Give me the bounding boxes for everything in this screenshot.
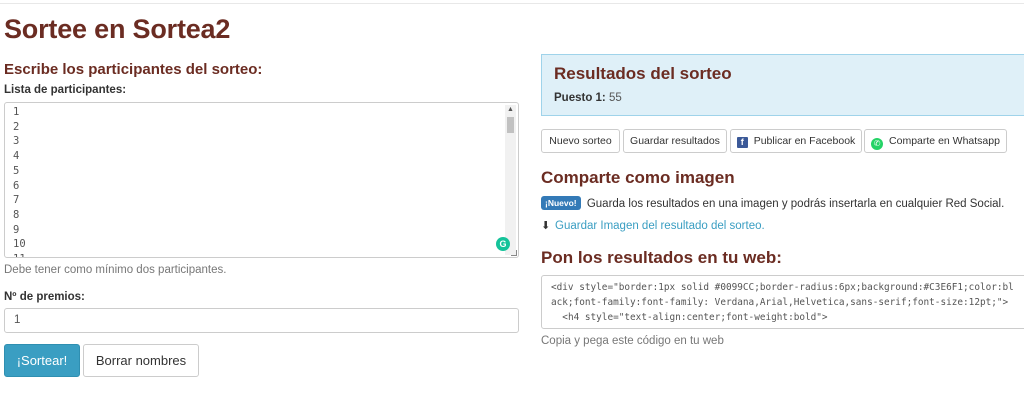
textarea-scrollbar[interactable]: ▲ xyxy=(505,105,516,255)
new-badge: ¡Nuevo! xyxy=(541,196,581,210)
clear-names-button[interactable]: Borrar nombres xyxy=(83,344,199,377)
prizes-input[interactable]: 1 xyxy=(4,308,519,333)
draw-button[interactable]: ¡Sortear! xyxy=(4,344,80,377)
participants-textarea[interactable]: 1 2 3 45 6 78 9 1011 ▲ G xyxy=(4,102,519,258)
participant-line: 1 xyxy=(13,106,20,118)
new-draw-button[interactable]: Nuevo sorteo xyxy=(541,129,620,153)
whatsapp-button[interactable]: ✆ Comparte en Whatsapp xyxy=(864,129,1007,153)
results-box: Resultados del sorteo Puesto 1: 55 xyxy=(541,54,1024,116)
download-icon: ⬇ xyxy=(541,220,551,232)
save-results-button[interactable]: Guardar resultados xyxy=(623,129,727,153)
draw-form: Escribe los participantes del sorteo: Li… xyxy=(4,60,520,377)
whatsapp-icon: ✆ xyxy=(871,138,884,150)
page-title: Sortee en Sortea2 xyxy=(4,14,231,44)
download-image-link[interactable]: Guardar Imagen del resultado del sorteo. xyxy=(555,220,765,232)
participants-label: Lista de participantes: xyxy=(4,84,127,96)
participant-line: 11 xyxy=(13,252,26,257)
download-image-row[interactable]: ⬇ Guardar Imagen del resultado del sorteo… xyxy=(541,219,765,232)
participants-help: Debe tener como mínimo dos participantes… xyxy=(4,264,227,276)
scroll-thumb[interactable] xyxy=(507,117,514,133)
embed-help: Copia y pega este código en tu web xyxy=(541,335,724,347)
share-image-description: ¡Nuevo! Guarda los resultados en una ima… xyxy=(541,196,1004,210)
result-position-1: Puesto 1: 55 xyxy=(554,92,622,104)
participant-line: 5 xyxy=(13,164,20,177)
participant-line: 7 xyxy=(13,194,20,207)
facebook-icon: f xyxy=(736,137,748,148)
top-divider xyxy=(0,3,1024,4)
participant-line: 2 xyxy=(13,120,20,133)
participant-line: 6 xyxy=(13,179,20,192)
participant-line: 8 xyxy=(13,208,20,221)
embed-code-textarea[interactable]: <div style="border:1px solid #0099CC;bor… xyxy=(541,275,1024,329)
form-heading: Escribe los participantes del sorteo: xyxy=(4,61,263,78)
participant-line: 10 xyxy=(13,238,26,251)
prizes-label: Nº de premios: xyxy=(4,291,85,303)
share-image-text: Guarda los resultados en una imagen y po… xyxy=(586,198,1005,210)
participant-line: 4 xyxy=(13,150,20,163)
embed-heading: Pon los resultados en tu web: xyxy=(541,248,782,267)
resize-handle[interactable] xyxy=(511,250,517,256)
embed-code: <div style="border:1px solid #0099CC;bor… xyxy=(551,282,1014,323)
participant-line: 3 xyxy=(13,135,20,148)
whatsapp-button-label: Comparte en Whatsapp xyxy=(889,135,1000,147)
grammarly-icon[interactable]: G xyxy=(496,237,510,251)
results-title: Resultados del sorteo xyxy=(554,64,732,83)
participants-lines: 1 2 3 45 6 78 9 1011 xyxy=(13,105,26,257)
position-label: Puesto 1: xyxy=(554,92,606,104)
facebook-button-label: Publicar en Facebook xyxy=(753,135,856,147)
participant-line: 9 xyxy=(13,223,20,236)
scroll-up-icon[interactable]: ▲ xyxy=(505,105,516,115)
share-image-heading: Comparte como imagen xyxy=(541,168,735,187)
position-value: 55 xyxy=(608,92,622,104)
facebook-button[interactable]: f Publicar en Facebook xyxy=(730,129,862,153)
